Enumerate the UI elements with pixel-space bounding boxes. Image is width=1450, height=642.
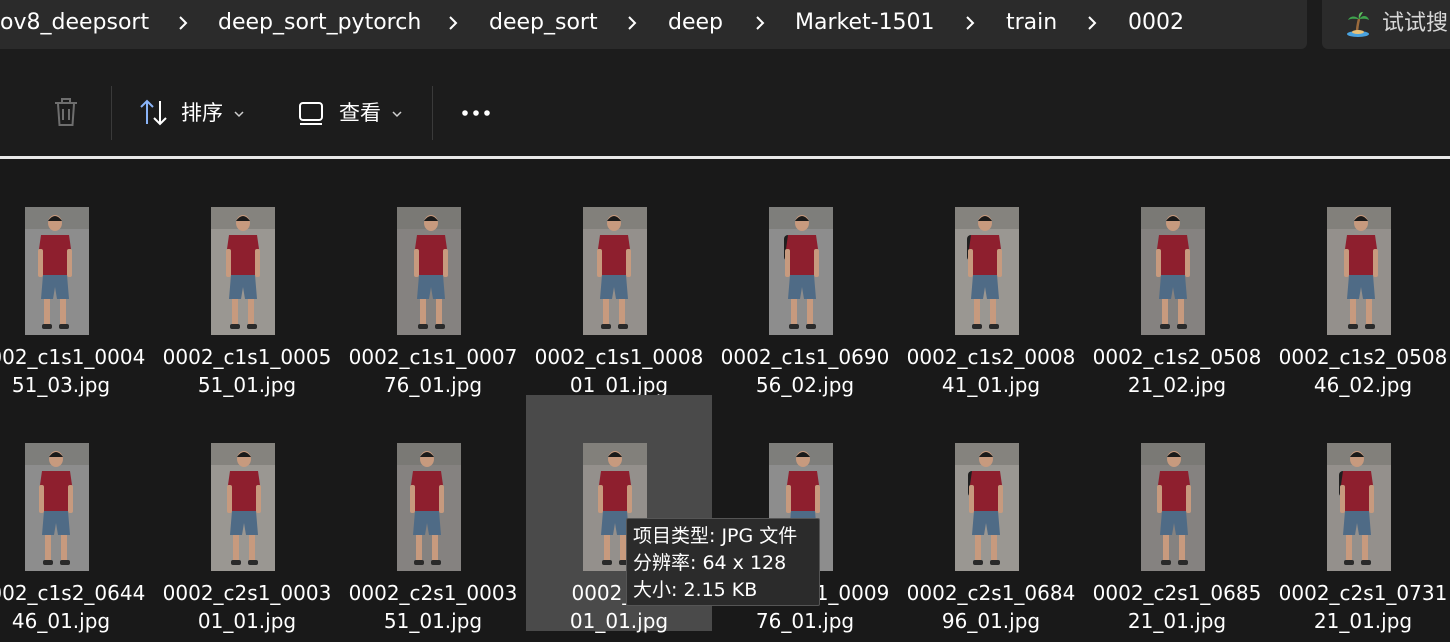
file-item[interactable]: 0002_c2s1_0685 21_01.jpg [1084,395,1270,633]
file-item[interactable]: 0002_c1s2_0508 21_02.jpg [1084,159,1270,397]
file-name-line: 0002_c2s1_0731 [1278,581,1448,605]
search-placeholder: 试试搜 [1382,11,1449,36]
pedestrian-photo [211,207,275,335]
breadcrumb-item[interactable]: deep [668,9,723,37]
file-thumbnail [25,443,89,571]
pedestrian-photo [1327,207,1391,335]
breadcrumb-item[interactable]: deep_sort [489,9,598,37]
breadcrumb-item-current[interactable]: 0002 [1128,9,1184,37]
command-bar: 排序 查看 [0,70,1450,156]
file-thumbnail [1327,443,1391,571]
chevron-down-icon [392,111,402,118]
chevron-right-icon [179,16,188,30]
file-thumbnail [583,207,647,335]
view-icon [299,102,323,125]
file-item[interactable]: 0002_c1s1_0008 01_01.jpg [526,159,712,397]
file-thumbnail [1141,443,1205,571]
file-name: 0002_c2s1_0731 21_01.jpg [1250,579,1450,635]
view-button[interactable]: 查看 [290,87,420,139]
file-item[interactable]: 0002_c1s2_064446_01.jpg [0,395,154,633]
pedestrian-photo [955,207,1019,335]
pedestrian-photo [25,443,89,571]
pedestrian-photo [397,207,461,335]
file-name-line: 21_01.jpg [1313,609,1413,633]
tooltip-resolution: 分辨率: 64 x 128 [633,552,787,574]
more-icon [462,110,490,116]
file-item[interactable]: 0002_c2s1_0003 51_01.jpg [340,395,526,633]
sort-label: 排序 [181,101,223,125]
file-item[interactable]: 0002_c1s2_0008 41_01.jpg [898,159,1084,397]
file-item[interactable]: 0002_c2s1_0731 21_01.jpg [1270,395,1450,633]
file-item[interactable]: 0002_c1s1_000451_03.jpg [0,159,154,397]
file-item[interactable]: 0002_c1s1_0005 51_01.jpg [154,159,340,397]
palm-tree-icon [1347,12,1369,37]
sort-button[interactable]: 排序 [130,87,260,139]
sort-arrows-icon [140,99,167,126]
pedestrian-photo [955,443,1019,571]
chevron-down-icon [234,111,244,118]
address-bar[interactable]: ov8_deepsort deep_sort_pytorch deep_sort… [0,0,1307,49]
file-thumbnail [955,443,1019,571]
search-box[interactable]: 试试搜 [1322,0,1450,49]
tooltip-size: 大小: 2.15 KB [633,579,758,601]
pedestrian-photo [397,443,461,571]
pedestrian-photo [1141,443,1205,571]
file-thumbnail [211,207,275,335]
file-thumbnail [397,443,461,571]
more-options-button[interactable] [452,87,500,139]
file-name-line: 0002_c1s2_0508 [1278,345,1448,369]
chevron-right-icon [966,16,975,30]
pedestrian-photo [25,207,89,335]
view-label: 查看 [339,101,381,125]
file-thumbnail [211,443,275,571]
pedestrian-photo [1141,207,1205,335]
breadcrumb-item[interactable]: ov8_deepsort [0,9,149,37]
chevron-right-icon [449,16,458,30]
pedestrian-photo [211,443,275,571]
trash-icon [55,98,77,126]
file-item[interactable]: 0002_c1s1_0690 56_02.jpg [712,159,898,397]
chevron-right-icon [628,16,637,30]
file-item[interactable]: 0002_c1s1_0007 76_01.jpg [340,159,526,397]
file-thumbnail [25,207,89,335]
file-thumbnail [1141,207,1205,335]
file-thumbnail [397,207,461,335]
file-thumbnail [769,207,833,335]
breadcrumb-item[interactable]: Market-1501 [795,9,935,37]
file-thumbnail [955,207,1019,335]
pedestrian-photo [583,207,647,335]
pedestrian-photo [769,207,833,335]
file-info-tooltip: 项目类型: JPG 文件 分辨率: 64 x 128 大小: 2.15 KB [626,518,820,606]
file-thumbnail [1327,207,1391,335]
pedestrian-photo [1327,443,1391,571]
file-explorer-window: ov8_deepsort deep_sort_pytorch deep_sort… [0,0,1450,642]
breadcrumb-item[interactable]: train [1006,9,1057,37]
file-name: 0002_c1s2_0508 46_02.jpg [1250,343,1450,399]
breadcrumb-item[interactable]: deep_sort_pytorch [218,9,421,37]
file-item[interactable]: 0002_c2s1_0003 01_01.jpg [154,395,340,633]
toolbar-separator [111,86,112,140]
file-item[interactable]: 0002_c1s2_0508 46_02.jpg [1270,159,1450,397]
delete-button[interactable] [44,87,88,139]
tooltip-type: 项目类型: JPG 文件 [633,525,798,547]
chevron-right-icon [756,16,765,30]
file-item[interactable]: 0002_c2s1_0684 96_01.jpg [898,395,1084,633]
address-bar-area: ov8_deepsort deep_sort_pytorch deep_sort… [0,0,1450,70]
chevron-right-icon [1088,16,1097,30]
toolbar-separator [432,86,433,140]
